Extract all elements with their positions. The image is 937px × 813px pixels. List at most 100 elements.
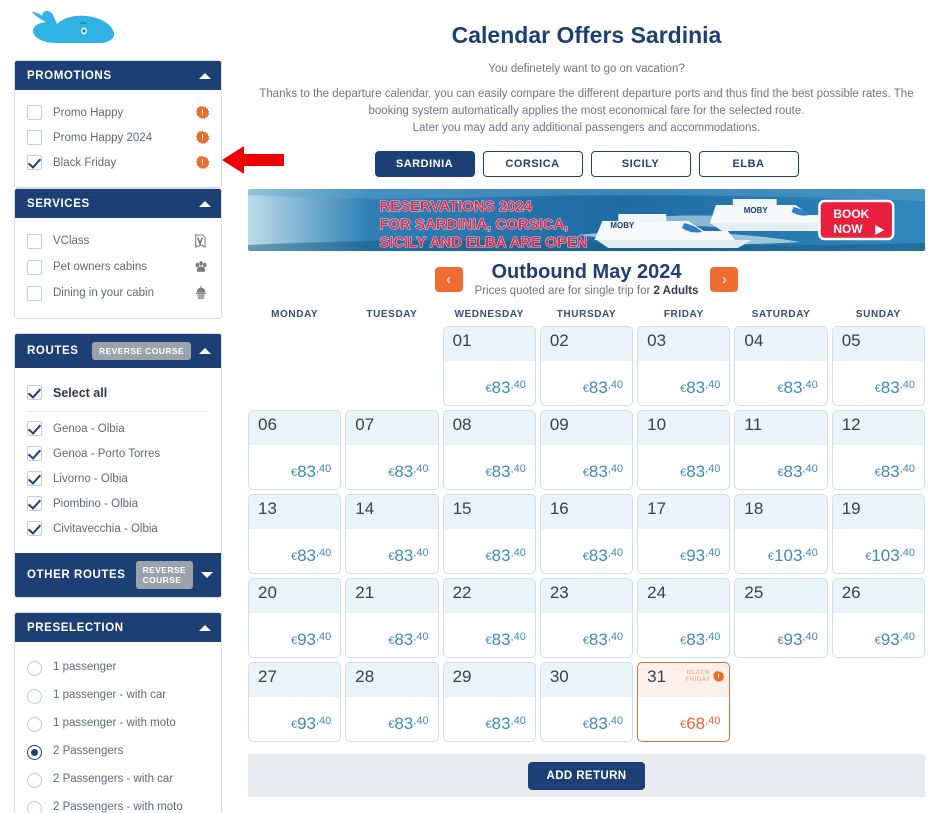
calendar-day-16[interactable]: 16 €83,40 xyxy=(539,494,634,574)
checkbox-select-all[interactable] xyxy=(27,385,42,400)
checkbox-black-friday[interactable] xyxy=(27,155,42,170)
calendar-day-29[interactable]: 29 €83,40 xyxy=(442,662,536,742)
price-integer: 83 xyxy=(394,714,414,733)
calendar-day-06[interactable]: 06 €83,40 xyxy=(248,410,342,490)
calendar-day-03[interactable]: 03 €83,40 xyxy=(637,326,731,406)
calendar-day-27[interactable]: 27 €93,40 xyxy=(248,662,342,742)
checkbox-promo-happy-2024[interactable] xyxy=(27,130,42,145)
info-burst-icon[interactable] xyxy=(196,131,209,144)
tab-sardinia[interactable]: SARDINIA xyxy=(374,151,475,177)
next-month-button[interactable]: › xyxy=(710,266,739,292)
calendar-day-14[interactable]: 14 €83,40 xyxy=(345,494,439,574)
preselection-option-1-passenger-with-car[interactable]: 1 passenger - with car xyxy=(27,682,209,710)
price-cents: ,40 xyxy=(510,715,526,727)
radio-1-passenger-with-car[interactable] xyxy=(27,689,42,704)
checkbox-route[interactable] xyxy=(27,446,42,461)
calendar-day-11[interactable]: 11 €83,40 xyxy=(734,410,828,490)
calendar-day-28[interactable]: 28 €83,40 xyxy=(345,662,439,742)
promotion-item-promo-happy-2024[interactable]: Promo Happy 2024 xyxy=(27,125,209,150)
calendar-day-05[interactable]: 05 €83,40 xyxy=(831,326,925,406)
svg-text:FOR SARDINIA, CORSICA,: FOR SARDINIA, CORSICA, xyxy=(379,216,568,233)
calendar-day-26[interactable]: 26 €93,40 xyxy=(831,578,925,658)
info-burst-icon[interactable] xyxy=(196,156,209,169)
radio-2-passengers-with-car[interactable] xyxy=(27,773,42,788)
route-item-genoa-porto-torres[interactable]: Genoa - Porto Torres xyxy=(27,441,209,466)
route-item-civitavecchia-olbia[interactable]: Civitavecchia - Olbia xyxy=(27,516,209,541)
preselection-option-1-passenger-with-moto[interactable]: 1 passenger - with moto xyxy=(27,710,209,738)
calendar-day-13[interactable]: 13 €83,40 xyxy=(248,494,342,574)
day-number: 20 xyxy=(258,583,277,602)
reverse-course-button[interactable]: REVERSE COURSE xyxy=(92,342,191,360)
chevron-up-icon[interactable] xyxy=(199,348,211,354)
radio-2-passengers[interactable] xyxy=(27,745,42,760)
preselection-option-2-passengers-with-moto[interactable]: 2 Passengers - with moto xyxy=(27,794,209,813)
calendar-day-04[interactable]: 04 €83,40 xyxy=(734,326,828,406)
promotions-header[interactable]: PROMOTIONS xyxy=(15,61,221,90)
checkbox-route[interactable] xyxy=(27,421,42,436)
calendar-day-30[interactable]: 30 €83,40 xyxy=(539,662,634,742)
route-item-piombino-olbia[interactable]: Piombino - Olbia xyxy=(27,491,209,516)
calendar-day-12[interactable]: 12 €83,40 xyxy=(831,410,925,490)
calendar-day-25[interactable]: 25 €93,40 xyxy=(734,578,828,658)
calendar-day-21[interactable]: 21 €83,40 xyxy=(345,578,439,658)
calendar-day-02[interactable]: 02 €83,40 xyxy=(539,326,634,406)
reverse-course-button-other[interactable]: REVERSE COURSE xyxy=(135,561,194,589)
calendar-day-18[interactable]: 18 €103,40 xyxy=(734,494,828,574)
day-price: €68,40 xyxy=(680,714,720,734)
radio-1-passenger[interactable] xyxy=(27,661,42,676)
checkbox-route[interactable] xyxy=(27,521,42,536)
calendar-day-24[interactable]: 24 €83,40 xyxy=(637,578,731,658)
service-item-pet-owners-cabins[interactable]: Pet owners cabins xyxy=(27,254,209,280)
tab-sicily[interactable]: SICILY xyxy=(590,151,691,177)
calendar-day-09[interactable]: 09 €83,40 xyxy=(539,410,634,490)
checkbox-pet-owners-cabins[interactable] xyxy=(27,259,42,275)
prev-month-button[interactable]: ‹ xyxy=(434,266,463,292)
preselection-option-2-passengers[interactable]: 2 Passengers xyxy=(27,738,209,766)
calendar-day-01[interactable]: 01 €83,40 xyxy=(442,326,536,406)
tab-corsica[interactable]: CORSICA xyxy=(482,151,583,177)
promotion-item-promo-happy[interactable]: Promo Happy xyxy=(27,100,209,125)
checkbox-route[interactable] xyxy=(27,471,42,486)
promotion-item-black-friday[interactable]: Black Friday xyxy=(27,150,209,175)
info-burst-icon[interactable] xyxy=(713,670,725,682)
calendar-day-10[interactable]: 10 €83,40 xyxy=(637,410,731,490)
chevron-down-icon[interactable] xyxy=(201,572,214,578)
calendar-day-23[interactable]: 23 €83,40 xyxy=(539,578,634,658)
routes-header[interactable]: ROUTES REVERSE COURSE xyxy=(15,334,221,368)
promo-banner[interactable]: MOBY MOBY RESERVATIONS 2024 FOR SARDINIA… xyxy=(248,189,925,251)
service-item-vclass[interactable]: VClass xyxy=(27,228,209,254)
promo-badge[interactable]: BLACK FRIDAY xyxy=(686,669,725,683)
other-routes-header[interactable]: OTHER ROUTES REVERSE COURSE xyxy=(15,553,221,597)
calendar-day-31[interactable]: 31 BLACK FRIDAY €68,40 xyxy=(637,662,731,742)
radio-2-passengers-with-moto[interactable] xyxy=(27,801,42,813)
moby-logo[interactable] xyxy=(0,0,236,60)
chevron-up-icon[interactable] xyxy=(199,72,211,79)
tab-elba[interactable]: ELBA xyxy=(698,151,799,177)
price-cents: ,40 xyxy=(705,463,721,475)
route-item-genoa-olbia[interactable]: Genoa - Olbia xyxy=(27,416,209,441)
chevron-up-icon[interactable] xyxy=(199,200,211,207)
info-burst-icon[interactable] xyxy=(196,106,209,119)
services-header[interactable]: SERVICES xyxy=(15,189,221,218)
calendar-day-20[interactable]: 20 €93,40 xyxy=(248,578,342,658)
checkbox-vclass[interactable] xyxy=(27,233,42,249)
checkbox-dining-in-your-cabin[interactable] xyxy=(27,285,42,301)
checkbox-route[interactable] xyxy=(27,496,42,511)
calendar-day-19[interactable]: 19 €103,40 xyxy=(831,494,925,574)
radio-1-passenger-with-moto[interactable] xyxy=(27,717,42,732)
add-return-button[interactable]: ADD RETURN xyxy=(528,761,645,790)
preselection-header[interactable]: PRESELECTION xyxy=(15,613,221,642)
calendar-day-22[interactable]: 22 €83,40 xyxy=(442,578,536,658)
calendar-day-15[interactable]: 15 €83,40 xyxy=(442,494,536,574)
calendar-day-08[interactable]: 08 €83,40 xyxy=(442,410,536,490)
calendar-day-07[interactable]: 07 €83,40 xyxy=(345,410,439,490)
checkbox-promo-happy[interactable] xyxy=(27,105,42,120)
route-item-livorno-olbia[interactable]: Livorno - Olbia xyxy=(27,466,209,491)
chevron-up-icon[interactable] xyxy=(199,624,211,631)
calendar-day-17[interactable]: 17 €93,40 xyxy=(637,494,731,574)
preselection-option-2-passengers-with-car[interactable]: 2 Passengers - with car xyxy=(27,766,209,794)
preselection-option-1-passenger[interactable]: 1 passenger xyxy=(27,654,209,682)
service-item-dining-in-your-cabin[interactable]: Dining in your cabin xyxy=(27,280,209,306)
routes-select-all[interactable]: Select all xyxy=(27,380,209,405)
promotion-label: Promo Happy xyxy=(53,106,124,119)
